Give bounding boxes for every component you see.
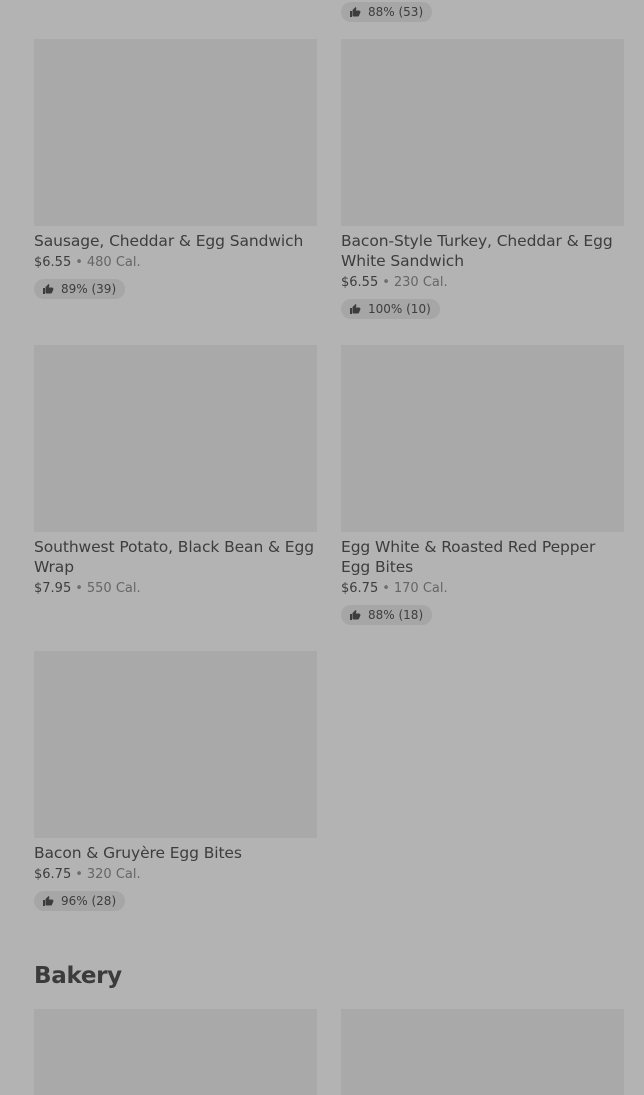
menu-item-title[interactable]: Sausage, Cheddar & Egg Sandwich — [34, 231, 317, 251]
menu-item-card[interactable] — [341, 1009, 624, 1095]
menu-item-image[interactable] — [34, 1009, 317, 1095]
breakfast-grid: Sausage, Cheddar & Egg Sandwich $6.55 • 48… — [34, 39, 624, 957]
menu-item-image[interactable] — [341, 39, 624, 226]
menu-item-card[interactable]: Southwest Potato, Black Bean & Egg Wrap … — [34, 345, 317, 651]
menu-item-image[interactable] — [341, 345, 624, 532]
menu-item-price: $6.75 — [34, 867, 72, 882]
menu-item-title[interactable]: Egg White & Roasted Red Pepper Egg Bites — [341, 537, 624, 577]
thumbs-up-icon — [350, 610, 361, 620]
menu-item-meta: $6.75 • 320 Cal. — [34, 866, 317, 883]
thumbs-up-icon — [43, 284, 54, 294]
rating-text: 89% (39) — [61, 282, 117, 296]
rating-text: 96% (28) — [61, 894, 117, 908]
thumbs-up-icon — [43, 896, 54, 906]
menu-item-meta: $6.55 • 480 Cal. — [34, 254, 317, 271]
rating-text: 88% (18) — [368, 608, 424, 622]
menu-item-card[interactable]: Egg White & Roasted Red Pepper Egg Bites… — [341, 345, 624, 651]
meta-separator: • — [75, 581, 83, 596]
menu-item-calories: 480 Cal. — [86, 255, 141, 270]
thumbs-up-icon — [350, 7, 361, 17]
menu-item-calories: 230 Cal. — [393, 275, 448, 290]
menu-item-image[interactable] — [341, 1009, 624, 1095]
menu-item-price: $6.55 — [341, 275, 379, 290]
meta-separator: • — [382, 275, 390, 290]
rating-text: 88% (53) — [368, 5, 424, 19]
meta-separator: • — [75, 255, 83, 270]
meta-separator: • — [382, 581, 390, 596]
menu-item-image[interactable] — [34, 345, 317, 532]
menu-item-card[interactable] — [34, 1009, 317, 1095]
menu-item-card[interactable]: Sausage, Cheddar & Egg Sandwich $6.55 • 48… — [34, 39, 317, 345]
rating-pill: 88% (53) — [341, 2, 433, 22]
menu-item-card[interactable]: Bacon & Gruyère Egg Bites $6.75 • 320 Cal.… — [34, 651, 317, 957]
menu-item-calories: 550 Cal. — [86, 581, 141, 596]
menu-item-price: $7.95 — [34, 581, 72, 596]
menu-item-image[interactable] — [34, 651, 317, 838]
rating-pill: 96% (28) — [34, 891, 126, 911]
menu-item-calories: 170 Cal. — [393, 581, 448, 596]
menu-item-meta: $6.55 • 230 Cal. — [341, 274, 624, 291]
menu-item-price: $6.75 — [341, 581, 379, 596]
menu-item-meta: $7.95 • 550 Cal. — [34, 580, 317, 597]
rating-pill: 89% (39) — [34, 279, 126, 299]
menu-item-calories: 320 Cal. — [86, 867, 141, 882]
bakery-grid — [34, 1009, 624, 1095]
rating-pill: 100% (10) — [341, 299, 440, 319]
menu-item-title[interactable]: Bacon & Gruyère Egg Bites — [34, 843, 317, 863]
meta-separator: • — [75, 867, 83, 882]
menu-item-meta: $6.75 • 170 Cal. — [341, 580, 624, 597]
menu-item-title[interactable]: Bacon-Style Turkey, Cheddar & Egg White … — [341, 231, 624, 271]
menu-page: 88% (53) Sausage, Cheddar & Egg Sandwich… — [0, 0, 644, 1095]
thumbs-up-icon — [350, 304, 361, 314]
menu-item-title[interactable]: Southwest Potato, Black Bean & Egg Wrap — [34, 537, 317, 577]
menu-item-card[interactable]: Bacon-Style Turkey, Cheddar & Egg White … — [341, 39, 624, 345]
rating-text: 100% (10) — [368, 302, 431, 316]
menu-item-price: $6.55 — [34, 255, 72, 270]
section-title-bakery: Bakery — [34, 963, 122, 989]
menu-item-image[interactable] — [34, 39, 317, 226]
rating-pill: 88% (18) — [341, 605, 433, 625]
